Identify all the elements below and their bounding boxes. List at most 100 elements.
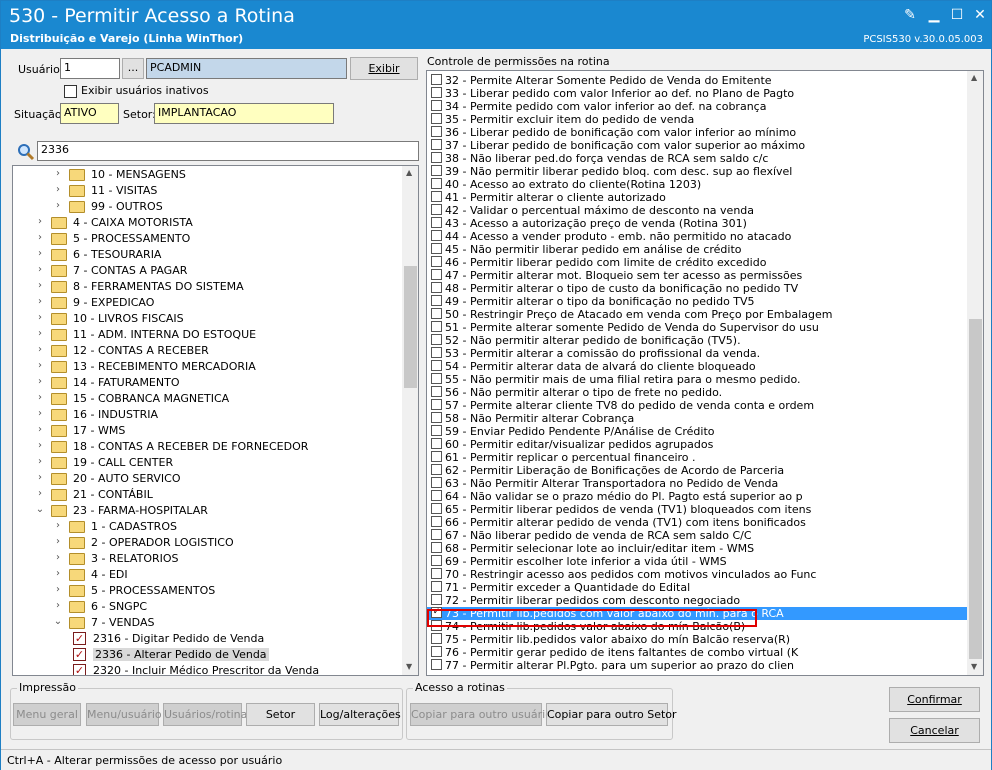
permission-row[interactable]: 61 - Permitir replicar o percentual fina… (427, 451, 967, 464)
permission-row[interactable]: 53 - Permitir alterar a comissão do prof… (427, 347, 967, 360)
chevron-right-icon[interactable]: › (35, 360, 45, 371)
tree-folder-item[interactable]: › 5 - PROCESSAMENTO (13, 231, 401, 247)
permission-checkbox[interactable] (431, 256, 442, 267)
copiar-usuario-button[interactable]: Copiar para outro usuário (410, 703, 552, 726)
permission-checkbox[interactable] (431, 269, 442, 280)
permission-checkbox[interactable] (431, 74, 442, 85)
tree-folder-item[interactable]: › 15 - COBRANCA MAGNETICA (13, 391, 401, 407)
permission-checkbox[interactable] (431, 347, 442, 358)
menu-usuario-button[interactable]: Menu/usuário (86, 703, 162, 726)
search-input[interactable]: 2336 (37, 141, 419, 161)
tree-routine-item[interactable]: ✓ 2316 - Digitar Pedido de Venda (13, 631, 401, 647)
tree-folder-item[interactable]: › 1 - CADASTROS (13, 519, 401, 535)
chevron-right-icon[interactable]: › (35, 264, 45, 275)
permission-row[interactable]: 44 - Acesso a vender produto - emb. não … (427, 230, 967, 243)
permission-checkbox[interactable] (431, 373, 442, 384)
permission-row[interactable]: 58 - Não Permitir alterar Cobrança (427, 412, 967, 425)
permission-checkbox[interactable] (431, 243, 442, 254)
permission-row[interactable]: 49 - Permitir alterar o tipo da bonifica… (427, 295, 967, 308)
chevron-right-icon[interactable]: › (35, 472, 45, 483)
confirmar-button[interactable]: Confirmar (889, 687, 980, 712)
permission-checkbox[interactable] (431, 282, 442, 293)
chevron-right-icon[interactable]: › (35, 296, 45, 307)
permission-row[interactable]: 37 - Liberar pedido de bonificação com v… (427, 139, 967, 152)
permission-row[interactable]: 77 - Permitir alterar Pl.Pgto. para um s… (427, 659, 967, 672)
chevron-right-icon[interactable]: › (53, 168, 63, 179)
permission-checkbox[interactable] (431, 659, 442, 670)
permission-checkbox[interactable] (431, 113, 442, 124)
chevron-right-icon[interactable]: › (53, 584, 63, 595)
tree-folder-item[interactable]: › 20 - AUTO SERVICO (13, 471, 401, 487)
permission-row[interactable]: 45 - Não permitir liberar pedido em anál… (427, 243, 967, 256)
cancelar-button[interactable]: Cancelar (889, 718, 980, 743)
tree-folder-item[interactable]: › 14 - FATURAMENTO (13, 375, 401, 391)
permission-checkbox[interactable] (431, 399, 442, 410)
permission-row[interactable]: 36 - Liberar pedido de bonificação com v… (427, 126, 967, 139)
chevron-right-icon[interactable]: › (35, 456, 45, 467)
routine-checkbox[interactable]: ✓ (73, 632, 86, 645)
permission-checkbox[interactable] (431, 230, 442, 241)
permission-row[interactable]: 47 - Permitir alterar mot. Bloqueio sem … (427, 269, 967, 282)
chevron-right-icon[interactable]: › (35, 440, 45, 451)
chevron-down-icon[interactable]: ⌄ (35, 504, 45, 515)
permission-checkbox[interactable] (431, 633, 442, 644)
permission-checkbox[interactable] (431, 425, 442, 436)
chevron-right-icon[interactable]: › (53, 184, 63, 195)
permission-checkbox[interactable] (431, 503, 442, 514)
tree-folder-item[interactable]: › 19 - CALL CENTER (13, 455, 401, 471)
tree-folder-item[interactable]: › 10 - LIVROS FISCAIS (13, 311, 401, 327)
permission-row[interactable]: 38 - Não liberar ped.do força vendas de … (427, 152, 967, 165)
permission-row[interactable]: 71 - Permitir exceder a Quantidade do Ed… (427, 581, 967, 594)
permission-checkbox[interactable] (431, 204, 442, 215)
permission-row[interactable]: 59 - Enviar Pedido Pendente P/Análise de… (427, 425, 967, 438)
permission-row[interactable]: 69 - Permitir escolher lote inferior a v… (427, 555, 967, 568)
permission-row[interactable]: 51 - Permite alterar somente Pedido de V… (427, 321, 967, 334)
tree-folder-item[interactable]: › 10 - MENSAGENS (13, 167, 401, 183)
permission-row[interactable]: 33 - Liberar pedido com valor Inferior a… (427, 87, 967, 100)
tree-folder-item[interactable]: › 17 - WMS (13, 423, 401, 439)
permission-checkbox[interactable] (431, 87, 442, 98)
permission-checkbox[interactable] (431, 178, 442, 189)
permission-checkbox[interactable] (431, 555, 442, 566)
permission-row[interactable]: 52 - Não permitir alterar pedido de boni… (427, 334, 967, 347)
permissions-scroll-thumb[interactable] (969, 319, 982, 659)
usuario-code-input[interactable]: 1 (60, 58, 120, 79)
routine-checkbox[interactable]: ✓ (73, 664, 86, 675)
log-alteracoes-button[interactable]: Log/alterações (319, 703, 401, 726)
permission-checkbox[interactable] (431, 438, 442, 449)
chevron-right-icon[interactable]: › (53, 520, 63, 531)
permission-checkbox[interactable] (431, 581, 442, 592)
permission-checkbox[interactable] (431, 139, 442, 150)
permission-checkbox[interactable] (431, 360, 442, 371)
permission-row[interactable]: 54 - Permitir alterar data de alvará do … (427, 360, 967, 373)
maximize-icon[interactable]: ☐ (946, 5, 968, 25)
permission-row[interactable]: 63 - Não Permitir Alterar Transportadora… (427, 477, 967, 490)
chevron-down-icon[interactable]: ⌄ (53, 616, 63, 627)
close-icon[interactable]: ✕ (969, 5, 991, 25)
permission-checkbox[interactable] (431, 529, 442, 540)
tree-folder-item[interactable]: › 7 - CONTAS A PAGAR (13, 263, 401, 279)
tree-folder-item[interactable]: › 18 - CONTAS A RECEBER DE FORNECEDOR (13, 439, 401, 455)
tree-folder-item[interactable]: › 11 - VISITAS (13, 183, 401, 199)
permission-checkbox[interactable] (431, 191, 442, 202)
setor-button[interactable]: Setor (246, 703, 315, 726)
tree-folder-item[interactable]: › 3 - RELATORIOS (13, 551, 401, 567)
tree-folder-item[interactable]: › 21 - CONTÁBIL (13, 487, 401, 503)
permission-checkbox[interactable] (431, 464, 442, 475)
routine-checkbox[interactable]: ✓ (73, 648, 86, 661)
permission-row[interactable]: 76 - Permitir gerar pedido de itens falt… (427, 646, 967, 659)
chevron-right-icon[interactable]: › (53, 536, 63, 547)
permission-row[interactable]: 57 - Permite alterar cliente TV8 do pedi… (427, 399, 967, 412)
tree-folder-item[interactable]: › 99 - OUTROS (13, 199, 401, 215)
permission-checkbox[interactable] (431, 477, 442, 488)
permission-checkbox[interactable] (431, 386, 442, 397)
permission-row[interactable]: 62 - Permitir Liberação de Bonificações … (427, 464, 967, 477)
permission-row[interactable]: 34 - Permite pedido com valor inferior a… (427, 100, 967, 113)
permission-checkbox[interactable] (431, 451, 442, 462)
permission-checkbox[interactable] (431, 594, 442, 605)
permission-row[interactable]: 60 - Permitir editar/visualizar pedidos … (427, 438, 967, 451)
tree-folder-item[interactable]: › 12 - CONTAS A RECEBER (13, 343, 401, 359)
tree-folder-item[interactable]: › 16 - INDUSTRIA (13, 407, 401, 423)
permission-row[interactable]: 66 - Permitir alterar pedido de venda (T… (427, 516, 967, 529)
tree-folder-item[interactable]: › 4 - CAIXA MOTORISTA (13, 215, 401, 231)
